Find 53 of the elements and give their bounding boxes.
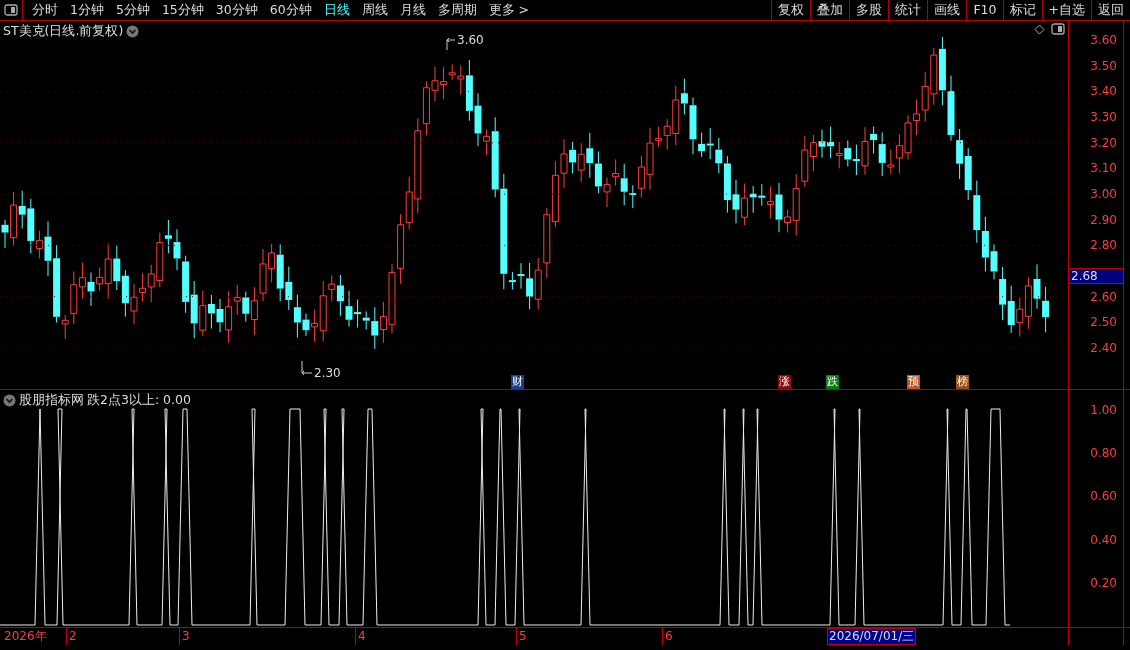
date-label: 6 [662, 628, 673, 645]
period-tab[interactable]: 更多 > [482, 0, 536, 20]
period-tab[interactable]: 60分钟 [263, 0, 318, 20]
indicator-name: 股朋指标网 [19, 391, 84, 409]
date-label: 4 [355, 628, 366, 645]
axis-label: 3.50 [1090, 58, 1117, 73]
cursor-date: 2026/07/01/三 [827, 628, 917, 645]
axis-label: 3.40 [1090, 84, 1117, 99]
event-marker[interactable]: 财 [511, 375, 524, 389]
price-label: 3.60 [457, 33, 484, 47]
diamond-icon[interactable] [1034, 23, 1045, 35]
price-label: 2.30 [314, 366, 341, 380]
leader-line [301, 360, 313, 376]
period-tab[interactable]: 周线 [355, 0, 394, 20]
axis-label: 0.80 [1090, 446, 1117, 461]
date-label: 5 [516, 628, 527, 645]
axis-label: 0.20 [1090, 575, 1117, 590]
period-tab[interactable]: 5分钟 [109, 0, 156, 20]
event-marker[interactable]: 榜 [956, 375, 969, 389]
event-marker[interactable]: 预 [907, 375, 920, 389]
dropdown-icon[interactable] [126, 24, 140, 38]
event-marker[interactable]: 跌 [826, 375, 839, 389]
axis-label: 3.10 [1090, 161, 1117, 176]
indicator-reading: 跌2点3以上: 0.00 [87, 391, 191, 409]
panel-toggle-icon[interactable] [1051, 23, 1065, 35]
leader-line [446, 37, 456, 51]
period-tab[interactable]: 1分钟 [64, 0, 110, 20]
axis-label: 2.40 [1090, 341, 1117, 356]
period-tab[interactable]: 日线 [317, 0, 356, 20]
period-tab[interactable]: 30分钟 [209, 0, 264, 20]
axis-label: 3.60 [1090, 33, 1117, 47]
axis-label: 0.60 [1090, 489, 1117, 504]
dropdown-icon[interactable] [3, 393, 16, 407]
axis-label: 2.90 [1090, 212, 1117, 227]
panel-toggle-icon[interactable] [4, 4, 18, 16]
period-tab[interactable]: 多周期 [431, 0, 483, 20]
axis-label: 1.00 [1090, 403, 1117, 417]
date-label: 3 [179, 628, 190, 645]
event-marker[interactable]: 涨 [778, 375, 791, 389]
current-price-tag: 2.68 [1069, 268, 1123, 284]
axis-label: 2.80 [1090, 238, 1117, 253]
chart-title: ST美克(日线.前复权) [3, 22, 124, 40]
period-tab[interactable]: 分时 [26, 0, 64, 20]
period-tab[interactable]: 月线 [393, 0, 432, 20]
axis-label: 2.50 [1090, 315, 1117, 330]
date-label: 2026年 [3, 628, 47, 645]
period-tab[interactable]: 15分钟 [155, 0, 210, 20]
axis-label: 3.00 [1090, 187, 1117, 201]
axis-label: 3.30 [1090, 110, 1117, 124]
date-label: 2 [66, 628, 77, 645]
axis-label: 2.60 [1090, 289, 1117, 304]
axis-label: 0.40 [1090, 532, 1117, 547]
axis-label: 3.20 [1090, 135, 1117, 150]
